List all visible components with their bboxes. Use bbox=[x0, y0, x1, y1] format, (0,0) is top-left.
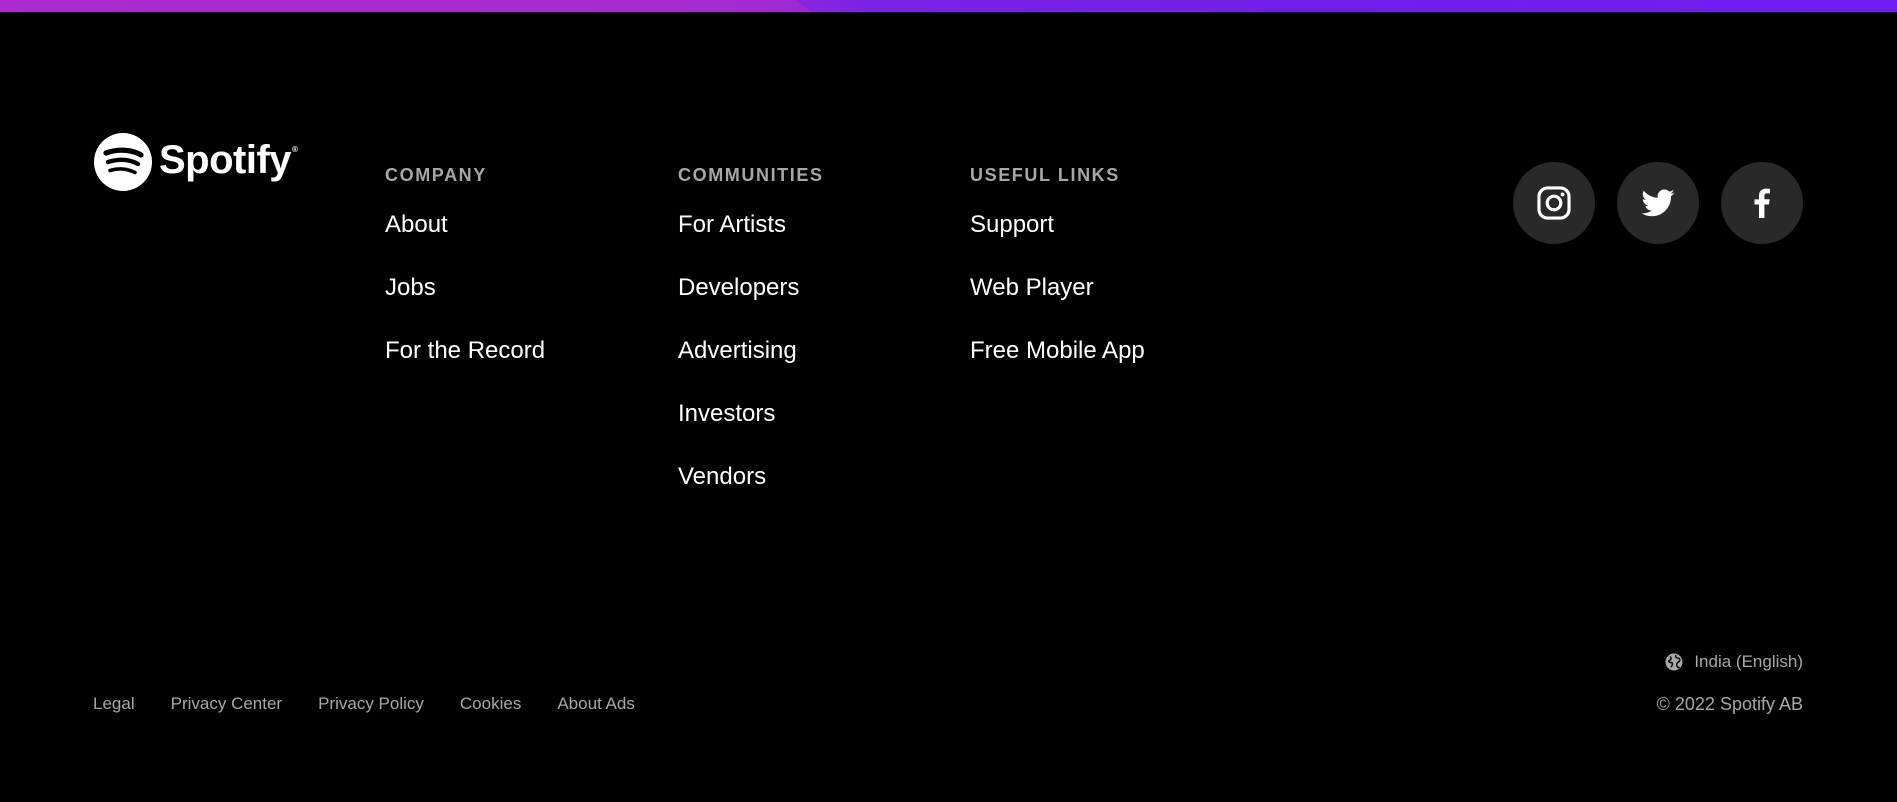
footer-column-useful-links: USEFUL LINKS Support Web Player Free Mob… bbox=[970, 164, 1145, 399]
footer-column-company: COMPANY About Jobs For the Record bbox=[385, 164, 545, 399]
column-heading: COMMUNITIES bbox=[678, 165, 824, 185]
copyright-text: © 2022 Spotify AB bbox=[1656, 694, 1803, 714]
twitter-icon bbox=[1641, 189, 1675, 217]
link-for-the-record[interactable]: For the Record bbox=[385, 337, 545, 364]
legal-links: Legal Privacy Center Privacy Policy Cook… bbox=[93, 693, 635, 715]
link-for-artists[interactable]: For Artists bbox=[678, 211, 786, 238]
list-item: Vendors bbox=[678, 462, 824, 525]
list-item: Free Mobile App bbox=[970, 336, 1145, 399]
column-heading: USEFUL LINKS bbox=[970, 165, 1120, 185]
list-item: Web Player bbox=[970, 273, 1145, 336]
link-legal[interactable]: Legal bbox=[93, 694, 135, 713]
logo-wordmark: Spotify® bbox=[159, 138, 298, 182]
list-item: Developers bbox=[678, 273, 824, 336]
list-item: Jobs bbox=[385, 273, 545, 336]
list-item: Advertising bbox=[678, 336, 824, 399]
link-developers[interactable]: Developers bbox=[678, 274, 799, 301]
top-gradient-bar bbox=[0, 0, 1897, 12]
list-item: For Artists bbox=[678, 210, 824, 273]
link-support[interactable]: Support bbox=[970, 211, 1054, 238]
instagram-button[interactable] bbox=[1513, 162, 1595, 244]
locale-label: India (English) bbox=[1694, 652, 1803, 671]
link-privacy-center[interactable]: Privacy Center bbox=[171, 694, 282, 713]
list-item: Privacy Policy bbox=[318, 693, 424, 715]
column-links: About Jobs For the Record bbox=[385, 210, 545, 399]
twitter-button[interactable] bbox=[1617, 162, 1699, 244]
instagram-icon bbox=[1537, 186, 1571, 220]
link-web-player[interactable]: Web Player bbox=[970, 274, 1094, 301]
link-investors[interactable]: Investors bbox=[678, 400, 775, 427]
list-item: For the Record bbox=[385, 336, 545, 399]
column-links: For Artists Developers Advertising Inves… bbox=[678, 210, 824, 525]
list-item: Investors bbox=[678, 399, 824, 462]
link-cookies[interactable]: Cookies bbox=[460, 694, 521, 713]
link-about-ads[interactable]: About Ads bbox=[557, 694, 635, 713]
link-about[interactable]: About bbox=[385, 211, 448, 238]
list-item: Cookies bbox=[460, 693, 521, 715]
column-heading: COMPANY bbox=[385, 165, 487, 185]
link-vendors[interactable]: Vendors bbox=[678, 463, 766, 490]
link-jobs[interactable]: Jobs bbox=[385, 274, 436, 301]
list-item: Privacy Center bbox=[171, 693, 282, 715]
list-item: Legal bbox=[93, 693, 135, 715]
link-free-mobile-app[interactable]: Free Mobile App bbox=[970, 337, 1145, 364]
logo-registered-mark: ® bbox=[292, 145, 298, 154]
link-advertising[interactable]: Advertising bbox=[678, 337, 797, 364]
list-item: Support bbox=[970, 210, 1145, 273]
link-privacy-policy[interactable]: Privacy Policy bbox=[318, 694, 424, 713]
spotify-logo-link[interactable]: Spotify® bbox=[93, 132, 298, 192]
globe-icon bbox=[1665, 653, 1683, 671]
footer-column-communities: COMMUNITIES For Artists Developers Adver… bbox=[678, 164, 824, 525]
social-links bbox=[1513, 162, 1803, 244]
list-item: About bbox=[385, 210, 545, 273]
spotify-logo-icon bbox=[94, 133, 152, 191]
footer-page: Spotify® COMPANY About Jobs For the Reco… bbox=[0, 0, 1897, 802]
list-item: About Ads bbox=[557, 693, 635, 715]
column-links: Support Web Player Free Mobile App bbox=[970, 210, 1145, 399]
locale-selector[interactable]: India (English) bbox=[1664, 652, 1803, 672]
facebook-icon bbox=[1754, 188, 1770, 218]
facebook-button[interactable] bbox=[1721, 162, 1803, 244]
